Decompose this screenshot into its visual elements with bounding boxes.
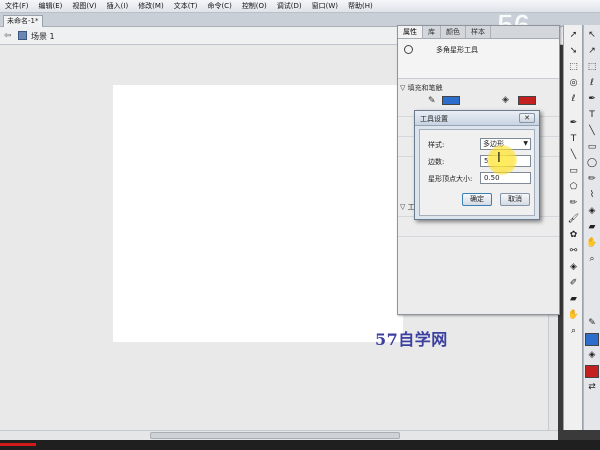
polystar-icon[interactable]: ⬠ xyxy=(566,181,581,194)
menu-modify[interactable]: 修改(M) xyxy=(133,1,169,11)
cancel-button[interactable]: 取消 xyxy=(500,193,530,206)
style-label: 样式: xyxy=(428,141,445,149)
menu-file[interactable]: 文件(F) xyxy=(0,1,34,11)
tab-color[interactable]: 颜色 xyxy=(441,26,466,38)
cursor-highlight: I xyxy=(487,145,517,175)
fill-stroke-header-label: 填充和笔触 xyxy=(407,84,443,92)
select-icon[interactable]: ↖ xyxy=(585,29,599,42)
text-cursor-icon: I xyxy=(497,151,501,166)
close-icon[interactable]: ✕ xyxy=(519,113,535,123)
3d-rotation-icon[interactable]: ◎ xyxy=(566,77,581,90)
eraser-icon[interactable]: ▰ xyxy=(585,221,599,234)
text-icon[interactable]: T xyxy=(585,109,599,122)
menu-window[interactable]: 窗口(W) xyxy=(307,1,343,11)
tab-swatches[interactable]: 样本 xyxy=(466,26,491,38)
sides-label: 边数: xyxy=(428,158,445,166)
divider xyxy=(398,236,559,237)
tools-panel: ➚ ➘ ⬚ ◎ ℓ ✒ T ╲ ▭ ⬠ ✏ 🖌 ✿ ⚯ ◈ ✐ ▰ ✋ ⌕ xyxy=(563,25,583,430)
hand-icon[interactable]: ✋ xyxy=(566,309,581,322)
zoom-icon[interactable]: ⌕ xyxy=(585,253,599,266)
document-tab[interactable]: 未命名-1* xyxy=(3,15,43,27)
back-arrow-icon[interactable]: ⇦ xyxy=(4,31,12,41)
rectangle-icon[interactable]: ▭ xyxy=(585,141,599,154)
watermark-site-text: 57自学网 xyxy=(375,330,448,349)
ok-button[interactable]: 确定 xyxy=(462,193,492,206)
dialog-body: 样式: 多边形 ▼ 边数: 5 星形顶点大小: 0.50 确定 取消 xyxy=(419,129,535,216)
bone-icon[interactable]: ⚯ xyxy=(566,245,581,258)
tool-settings-section-header[interactable]: ▽ 工 xyxy=(400,202,415,212)
eraser-icon[interactable]: ▰ xyxy=(566,293,581,306)
panel-tab-bar: 属性 库 颜色 样本 xyxy=(398,26,559,39)
dialog-title-bar[interactable]: 工具设置 ✕ xyxy=(415,111,539,126)
video-progress-bar[interactable] xyxy=(0,443,36,446)
pen-icon[interactable]: ✒ xyxy=(585,93,599,106)
paint-bucket-icon[interactable]: ◈ xyxy=(566,261,581,274)
deco-icon[interactable]: ✿ xyxy=(566,229,581,242)
fill-color-swatch[interactable] xyxy=(518,96,536,105)
tool-name: 多角星形工具 xyxy=(436,46,478,54)
line-icon[interactable]: ╲ xyxy=(585,125,599,138)
menu-debug[interactable]: 调试(D) xyxy=(272,1,307,11)
lasso-icon[interactable]: ℓ xyxy=(566,93,581,106)
pencil-icon[interactable]: ✏ xyxy=(585,173,599,186)
tab-properties[interactable]: 属性 xyxy=(398,26,423,38)
horizontal-scrollbar[interactable] xyxy=(0,430,558,440)
subselect-icon[interactable]: ➘ xyxy=(566,45,581,58)
menu-commands[interactable]: 命令(C) xyxy=(202,1,236,11)
transform-icon[interactable]: ⬚ xyxy=(585,61,599,74)
menu-text[interactable]: 文本(T) xyxy=(169,1,203,11)
polystar-tool-icon xyxy=(404,45,413,54)
menu-edit[interactable]: 编辑(E) xyxy=(34,1,68,11)
zoom-icon[interactable]: ⌕ xyxy=(566,325,581,338)
direct-select-icon[interactable]: ↗ xyxy=(585,45,599,58)
text-icon[interactable]: T xyxy=(566,133,581,146)
panel-tool-header: 多角星形工具 xyxy=(398,39,559,79)
hand-icon[interactable]: ✋ xyxy=(585,237,599,250)
pencil-icon: ✎ xyxy=(428,96,436,106)
lasso-icon[interactable]: ℓ xyxy=(585,77,599,90)
pencil-small-icon: ✎ xyxy=(588,318,596,328)
line-icon[interactable]: ╲ xyxy=(566,149,581,162)
pencil-icon[interactable]: ✏ xyxy=(566,197,581,210)
stroke-color-swatch[interactable] xyxy=(585,333,599,346)
menu-insert[interactable]: 插入(I) xyxy=(102,1,134,11)
tab-library[interactable]: 库 xyxy=(423,26,441,38)
arrow-icon[interactable]: ➚ xyxy=(566,29,581,42)
chevron-down-icon: ▼ xyxy=(523,140,528,147)
fill-color-swatch[interactable] xyxy=(585,365,599,378)
menu-view[interactable]: 视图(V) xyxy=(67,1,101,11)
pen-icon[interactable]: ✒ xyxy=(566,117,581,130)
tool-settings-dialog: 工具设置 ✕ 样式: 多边形 ▼ 边数: 5 星形顶点大小: 0.50 确定 取… xyxy=(414,110,540,220)
tools-panel-secondary: ↖ ↗ ⬚ ℓ ✒ T ╲ ▭ ◯ ✏ ⌇ ◈ ▰ ✋ ⌕ ✎ ◈ ⇄ xyxy=(583,25,600,430)
menu-control[interactable]: 控制(O) xyxy=(237,1,272,11)
stage-canvas[interactable] xyxy=(113,85,403,342)
free-transform-icon[interactable]: ⬚ xyxy=(566,61,581,74)
paint-bucket-icon: ◈ xyxy=(502,95,509,105)
brush-icon[interactable]: ⌇ xyxy=(585,189,599,202)
menu-help[interactable]: 帮助(H) xyxy=(343,1,378,11)
bucket-icon[interactable]: ◈ xyxy=(585,205,599,218)
bucket-small-icon: ◈ xyxy=(588,350,596,360)
rectangle-icon[interactable]: ▭ xyxy=(566,165,581,178)
fill-stroke-header[interactable]: ▽ 填充和笔触 xyxy=(400,83,443,93)
swap-colors-icon[interactable]: ⇄ xyxy=(585,381,599,394)
video-status-bar xyxy=(0,440,600,450)
star-point-size-label: 星形顶点大小: xyxy=(428,175,473,183)
brush-icon[interactable]: 🖌 xyxy=(566,213,581,226)
oval-icon[interactable]: ◯ xyxy=(585,157,599,170)
scene-label: 场景 1 xyxy=(31,32,55,41)
scene-icon xyxy=(18,31,27,40)
dialog-title: 工具设置 xyxy=(420,115,448,123)
eyedropper-icon[interactable]: ✐ xyxy=(566,277,581,290)
scrollbar-thumb[interactable] xyxy=(150,432,400,439)
stroke-color-swatch[interactable] xyxy=(442,96,460,105)
